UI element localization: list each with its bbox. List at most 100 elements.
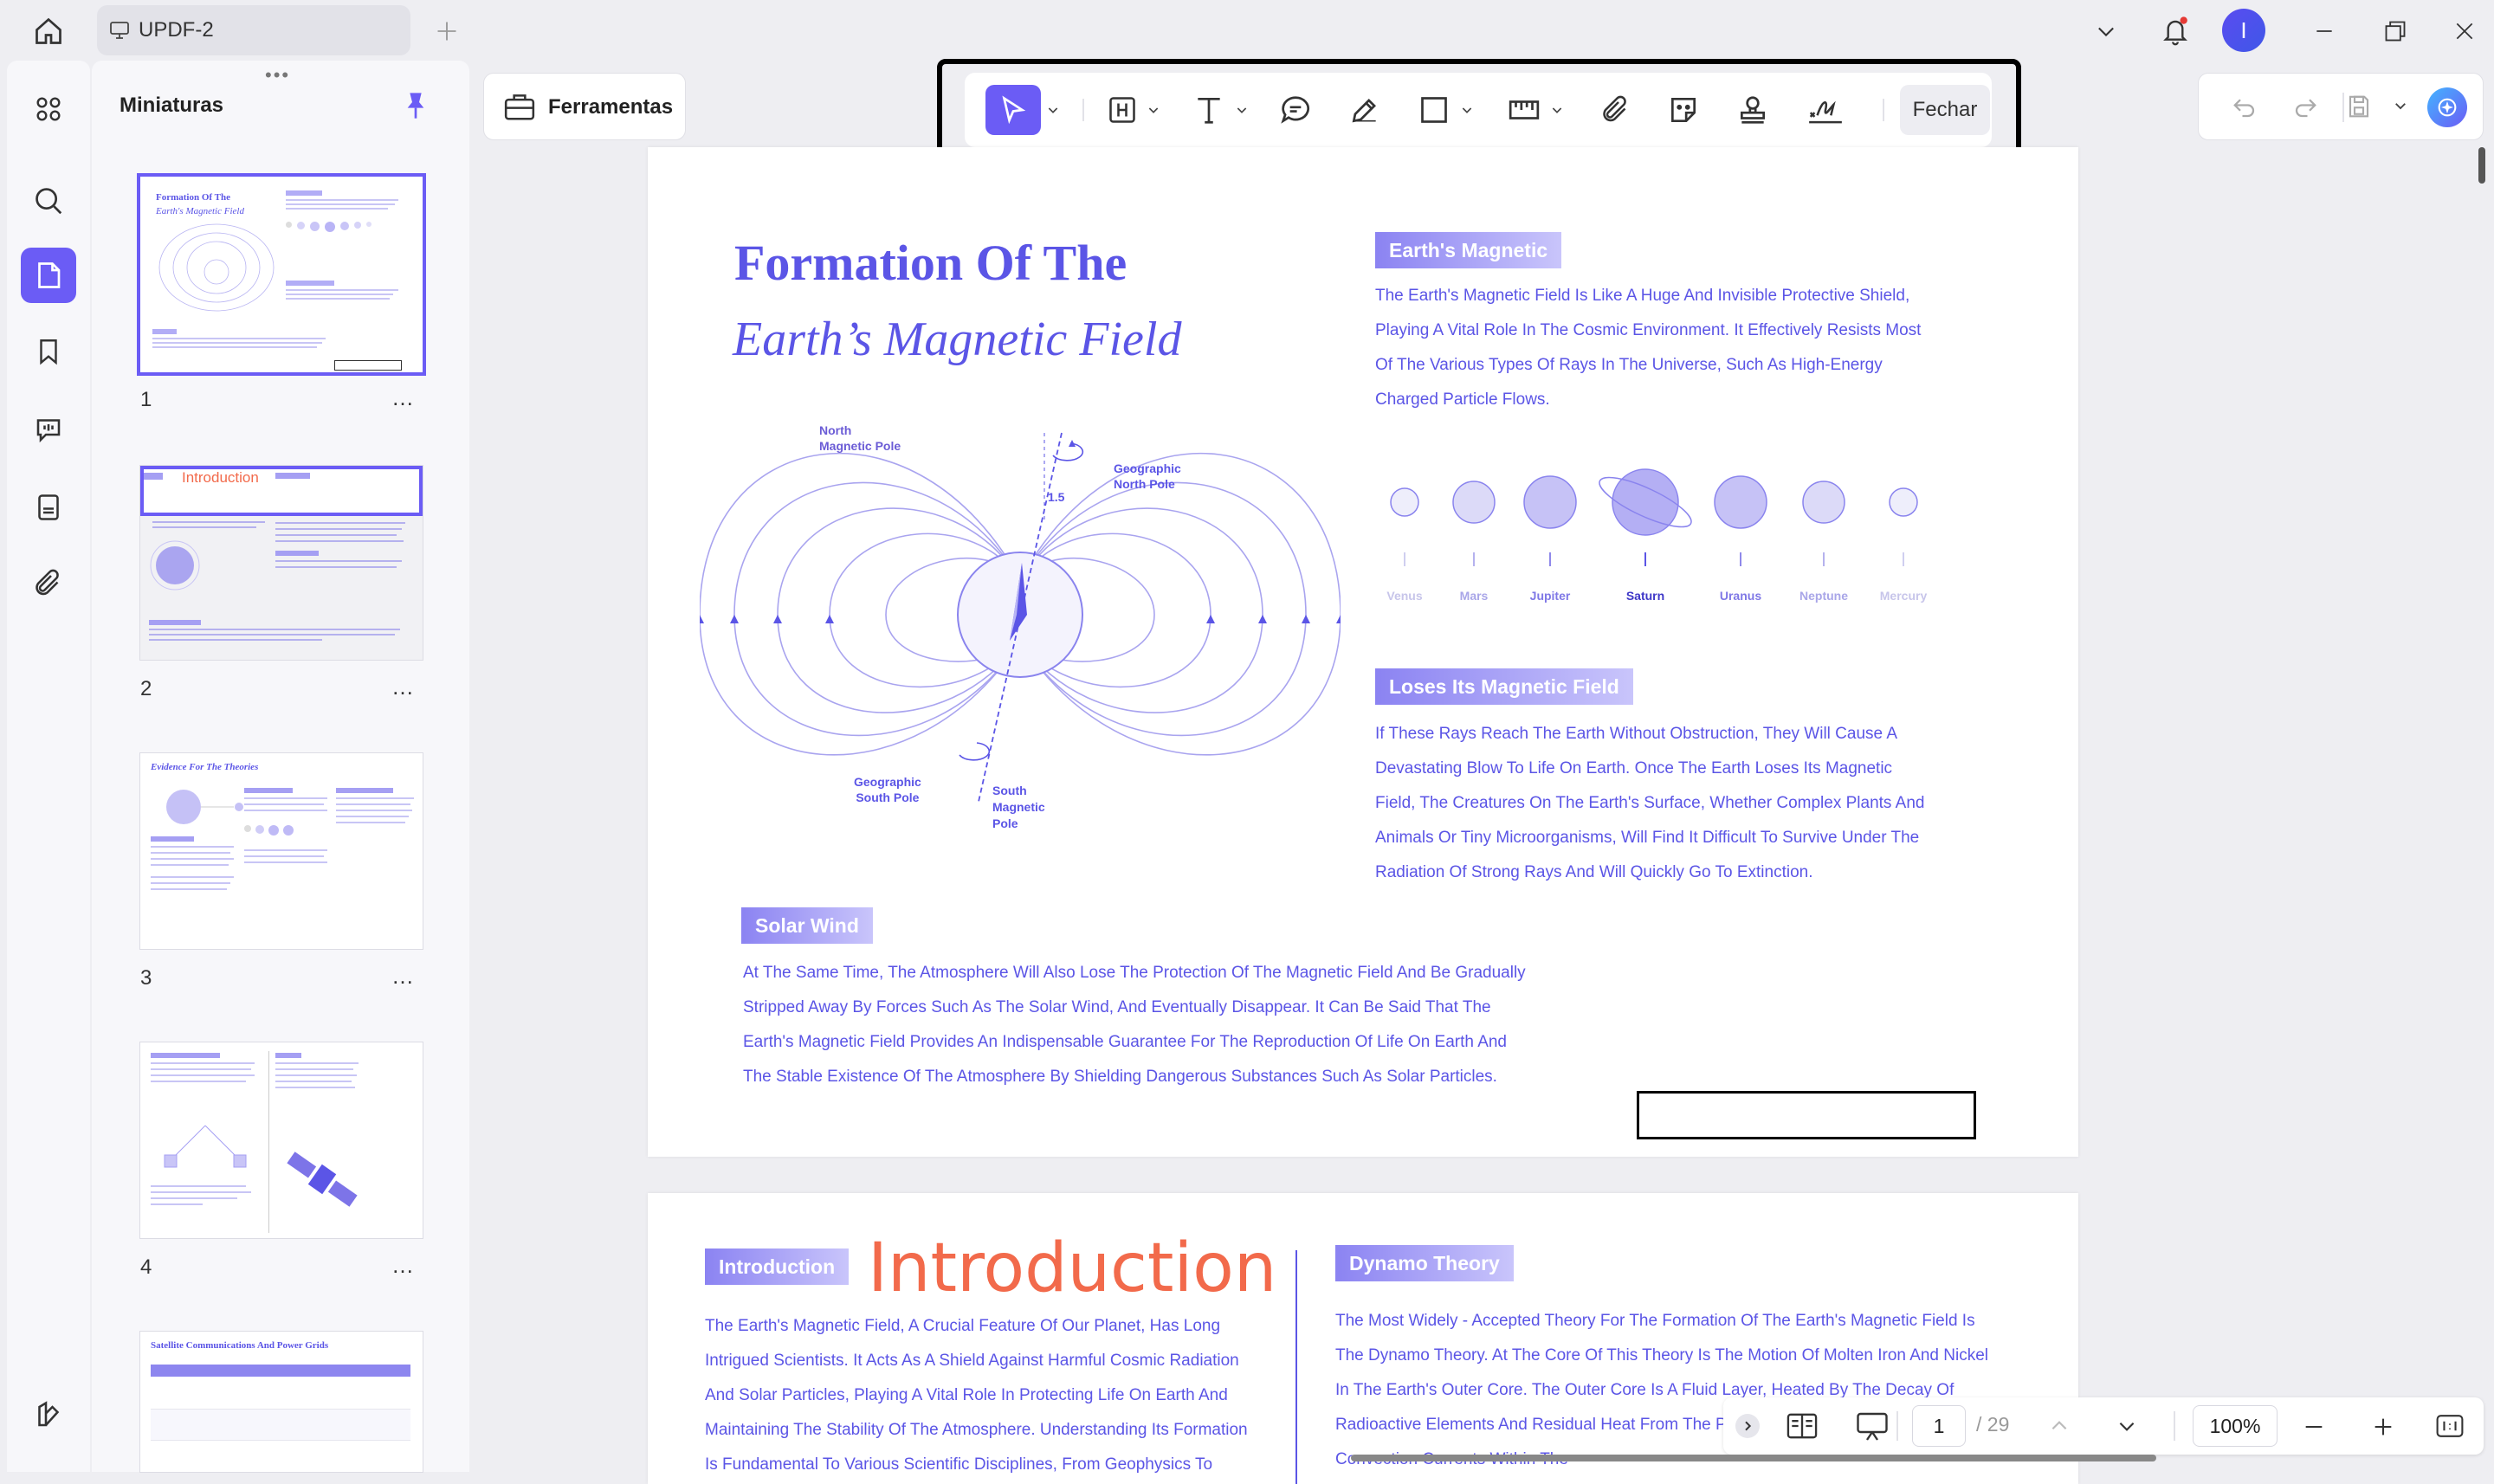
thumbnails-button[interactable] (21, 248, 76, 303)
panel-drag-handle[interactable]: ••• (265, 64, 290, 87)
attachments-panel-button[interactable] (21, 480, 76, 535)
chevron-down-icon[interactable] (2393, 98, 2408, 113)
text-line: Charged Particle Flows. (1375, 390, 1550, 409)
shape-tool-dropdown[interactable] (1457, 85, 1477, 135)
thumbnail-page-5[interactable]: Satellite Communications And Power Grids (140, 1332, 423, 1472)
document-tab[interactable]: UPDF-2 (97, 5, 410, 55)
page-navigation-bar: 1 / 29 100% (1723, 1397, 2484, 1455)
label-line: Magnetic (992, 800, 1045, 814)
thumb-lines-left (151, 1053, 255, 1087)
thumb-footer-lines (149, 620, 400, 644)
redo-icon[interactable] (2292, 94, 2318, 120)
select-tool-button[interactable] (985, 85, 1041, 135)
bell-icon (2163, 16, 2187, 46)
thumb-dynamo-lines (275, 518, 405, 572)
bookmarks-button[interactable] (21, 324, 76, 379)
undo-icon[interactable] (2232, 94, 2258, 120)
minimize-icon (2316, 30, 2332, 32)
planet-label-neptune: Neptune (1799, 589, 1848, 603)
planet-label-mercury: Mercury (1879, 589, 1928, 603)
home-button[interactable] (28, 10, 69, 52)
bookmark-icon (40, 339, 57, 365)
highlight-tool-button[interactable] (1102, 85, 1143, 135)
tools-panel-label: Ferramentas (548, 95, 674, 119)
next-page-icon[interactable] (2115, 1415, 2139, 1437)
thumbnail-page-1[interactable]: Formation Of The Earth's Magnetic Field (140, 177, 423, 372)
attach-file-tool-button[interactable] (1595, 85, 1637, 135)
theme-button[interactable] (21, 1387, 76, 1442)
restore-button[interactable] (2374, 10, 2416, 52)
minimize-button[interactable] (2303, 10, 2345, 52)
text-line: Field, The Creatures On The Earth's Surf… (1375, 794, 1925, 812)
signature-tool-button[interactable] (1801, 85, 1850, 135)
page-layout-icon[interactable] (1786, 1411, 1819, 1441)
thumbnail-more-button[interactable]: … (391, 674, 415, 700)
shape-tool-button[interactable] (1413, 85, 1455, 135)
current-page-input[interactable]: 1 (1912, 1405, 1966, 1447)
pencil-tool-button[interactable] (1344, 85, 1386, 135)
introduction-text: The Earth's Magnetic Field, A Crucial Fe… (705, 1309, 1276, 1482)
chevron-down-icon (1462, 107, 1472, 113)
comments-button[interactable] (21, 402, 76, 457)
text-line: The Stable Existence Of The Atmosphere B… (743, 1068, 1497, 1086)
thumb-satellite-image (287, 1152, 358, 1207)
tools-panel-button[interactable]: Ferramentas (483, 73, 686, 140)
select-tool-dropdown[interactable] (1043, 85, 1063, 135)
ai-assistant-button[interactable] (2427, 87, 2467, 127)
close-toolbar-button[interactable]: Fechar (1900, 85, 1990, 135)
thumbnail-more-button[interactable]: … (391, 384, 415, 411)
thumbnail-more-button[interactable]: … (391, 1252, 415, 1279)
comment-tool-button[interactable] (1275, 85, 1316, 135)
introduction-title: Introduction (868, 1229, 1277, 1307)
save-icon[interactable] (2346, 93, 2372, 120)
paperclip-icon (36, 569, 59, 596)
vertical-scrollbar[interactable] (2478, 147, 2485, 184)
annotation-toolbar: Fechar (937, 59, 2021, 161)
text-box-annotation[interactable] (1637, 1091, 1976, 1139)
thumbnail-page-2[interactable]: Introduction (140, 466, 423, 660)
organize-button[interactable] (21, 81, 76, 137)
user-avatar[interactable]: I (2222, 9, 2265, 52)
highlight-tool-dropdown[interactable] (1143, 85, 1164, 135)
zoom-level[interactable]: 100% (2193, 1405, 2278, 1447)
restore-icon (2385, 21, 2406, 42)
paperclip-panel-button[interactable] (21, 556, 76, 611)
layers-icon (38, 1401, 60, 1427)
pin-icon[interactable] (402, 90, 430, 121)
text-tool-button[interactable] (1188, 85, 1230, 135)
notifications-button[interactable] (2155, 10, 2196, 52)
search-button[interactable] (21, 173, 76, 229)
new-tab-button[interactable] (426, 10, 468, 52)
text-line: Stripped Away By Forces Such As The Sola… (743, 998, 1491, 1016)
thumb-text-block-3 (152, 329, 326, 351)
thumbnail-page-4[interactable] (140, 1042, 423, 1238)
thumbnail-more-button[interactable]: … (391, 963, 415, 990)
text-tool-dropdown[interactable] (1231, 85, 1252, 135)
actual-size-icon[interactable] (2435, 1413, 2465, 1439)
text-line: Radiation Of Strong Rays And Will Quickl… (1375, 863, 1813, 881)
zoom-in-icon[interactable] (2371, 1415, 2395, 1439)
thumb-intro-title: Introduction (182, 469, 259, 486)
sticker-tool-button[interactable] (1663, 85, 1704, 135)
stamp-tool-button[interactable] (1732, 85, 1774, 135)
measure-tool-button[interactable] (1503, 85, 1545, 135)
horizontal-scrollbar[interactable] (1351, 1455, 2156, 1461)
zoom-out-icon[interactable] (2302, 1415, 2326, 1439)
presentation-icon[interactable] (1855, 1411, 1890, 1442)
chevron-right-icon (1745, 1421, 1752, 1431)
close-window-button[interactable] (2444, 10, 2485, 52)
thumbnail-page-3[interactable]: Evidence For The Theories (140, 753, 423, 949)
tabs-dropdown-button[interactable] (2085, 10, 2127, 52)
pencil-icon (1352, 99, 1376, 123)
collapse-bar-button[interactable] (1735, 1414, 1760, 1438)
previous-page-icon[interactable] (2047, 1415, 2071, 1437)
page-title-line2: Earth’s Magnetic Field (733, 313, 1182, 366)
label-line: South Pole (856, 790, 920, 804)
thumbnails-title: Miniaturas (120, 94, 224, 117)
stamp-icon (1740, 96, 1766, 124)
thumb-lines-left (151, 836, 234, 894)
measure-tool-dropdown[interactable] (1547, 85, 1567, 135)
planet-label-saturn: Saturn (1625, 589, 1665, 603)
thumbnails-panel: ••• Miniaturas Formation Of The Earth's … (92, 61, 469, 1472)
home-icon (36, 17, 61, 44)
